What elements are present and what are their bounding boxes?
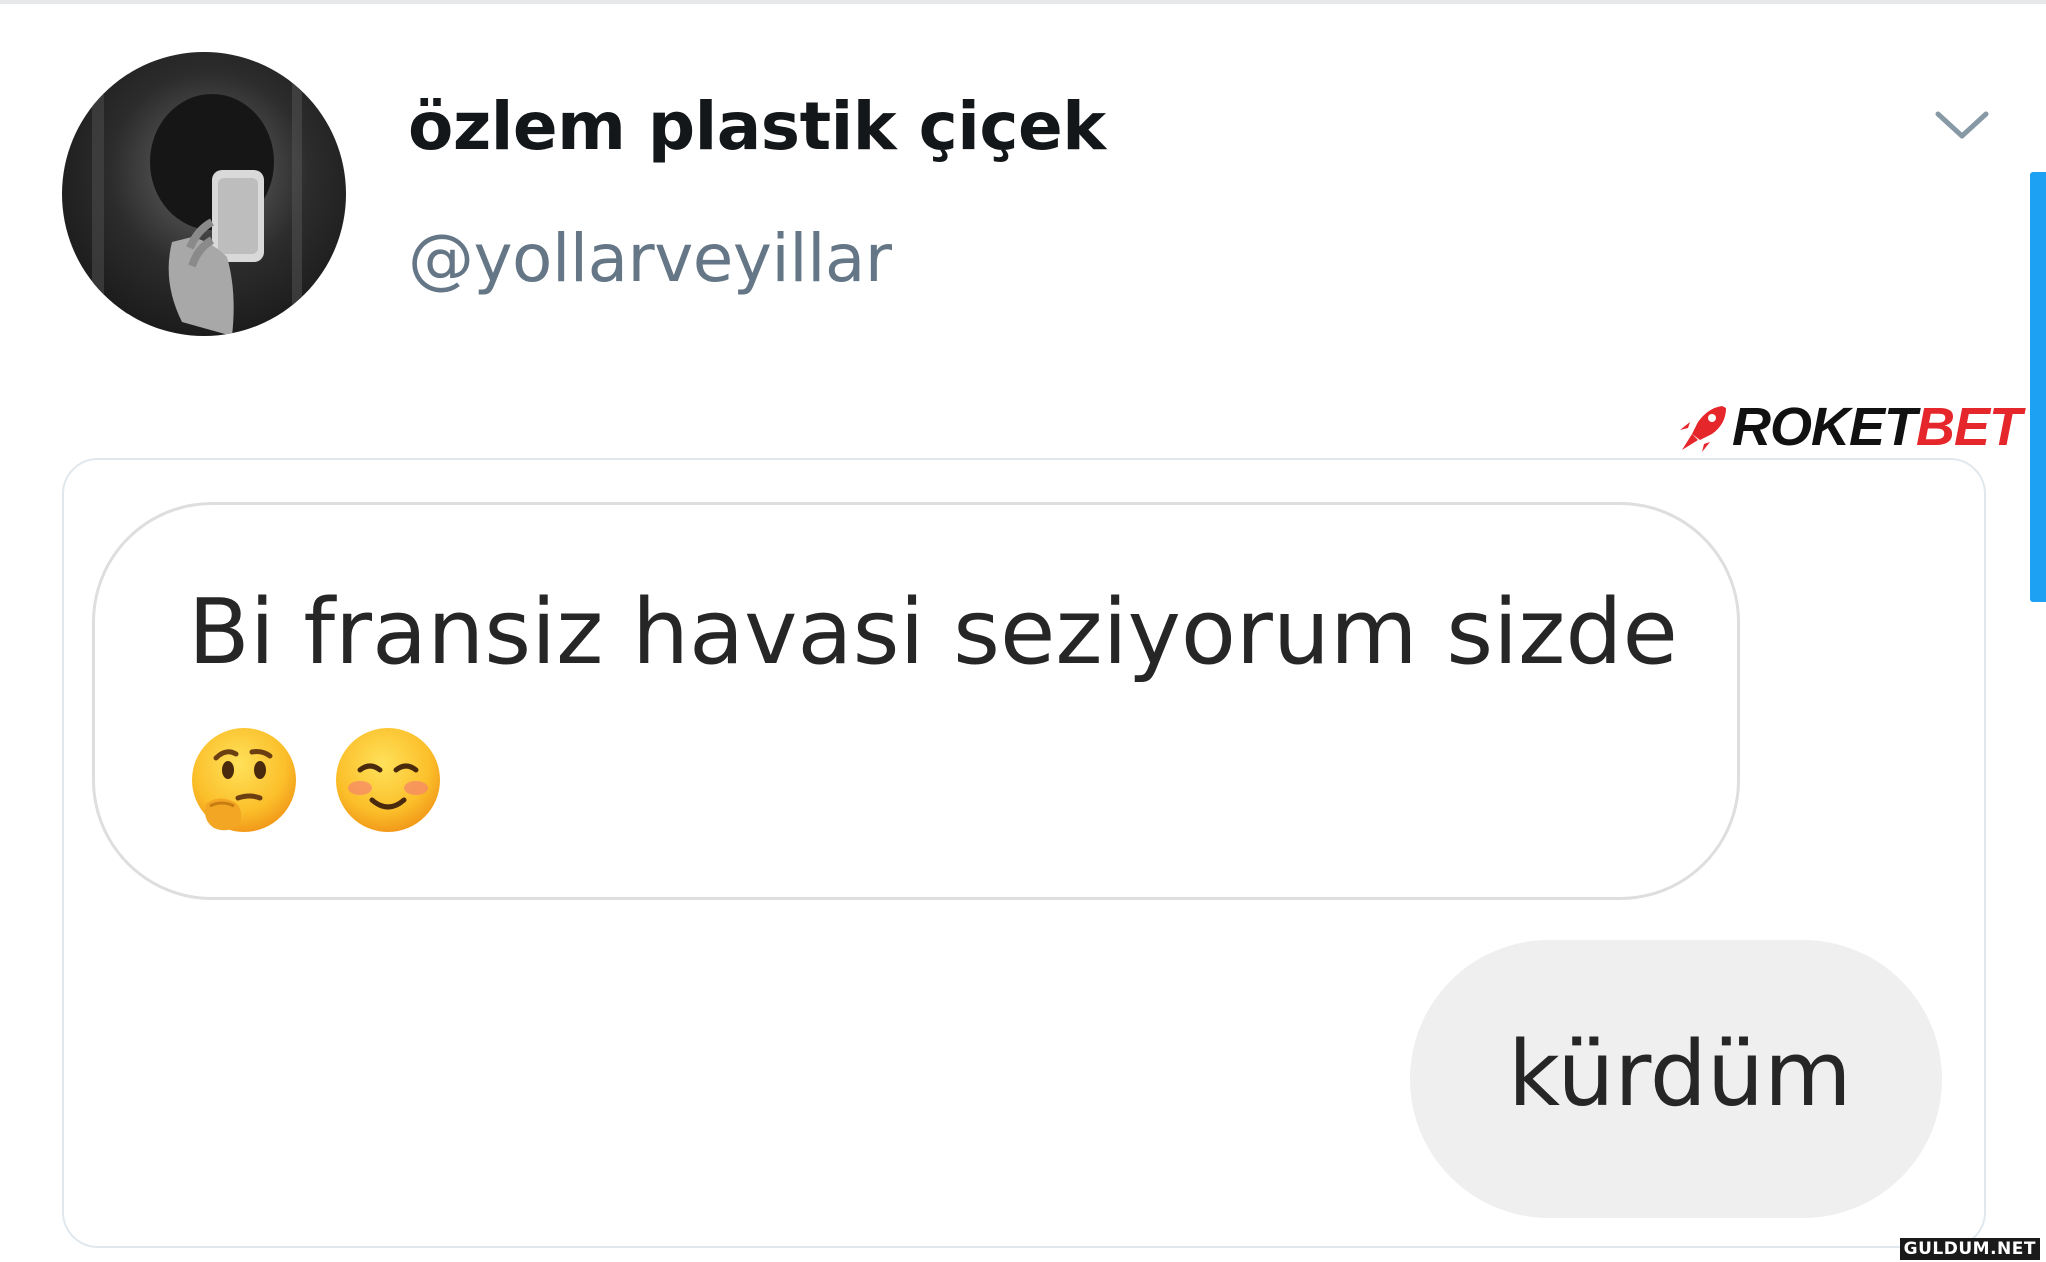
incoming-message-bubble [92,502,1740,900]
brand-logo-part-b: BET [1916,397,2022,457]
brand-logo: ROKETBET [1678,396,2022,458]
thinking-face-emoji [188,724,300,836]
display-name[interactable]: özlem plastik çiçek [408,88,1106,165]
rocket-icon [1680,406,1726,452]
incoming-message-text: Bi fransiz havasi seziyorum sizde [188,580,1678,685]
avatar-photo [92,52,302,336]
watermark: GULDUM.NET [1899,1238,2040,1260]
scroll-indicator [2030,172,2046,602]
chevron-down-icon[interactable] [1930,106,1994,146]
smiling-face-emoji [332,724,444,836]
outgoing-message-text: kürdüm [1508,1022,1852,1127]
user-handle[interactable]: @yollarveyillar [408,220,892,297]
top-divider [0,0,2046,4]
tweet-screenshot: özlem plastik çiçek @yollarveyillar ROKE… [0,0,2046,1262]
brand-logo-text: ROKETBET [1732,396,2022,458]
brand-logo-part-a: ROKET [1732,397,1917,457]
avatar[interactable] [62,52,346,336]
